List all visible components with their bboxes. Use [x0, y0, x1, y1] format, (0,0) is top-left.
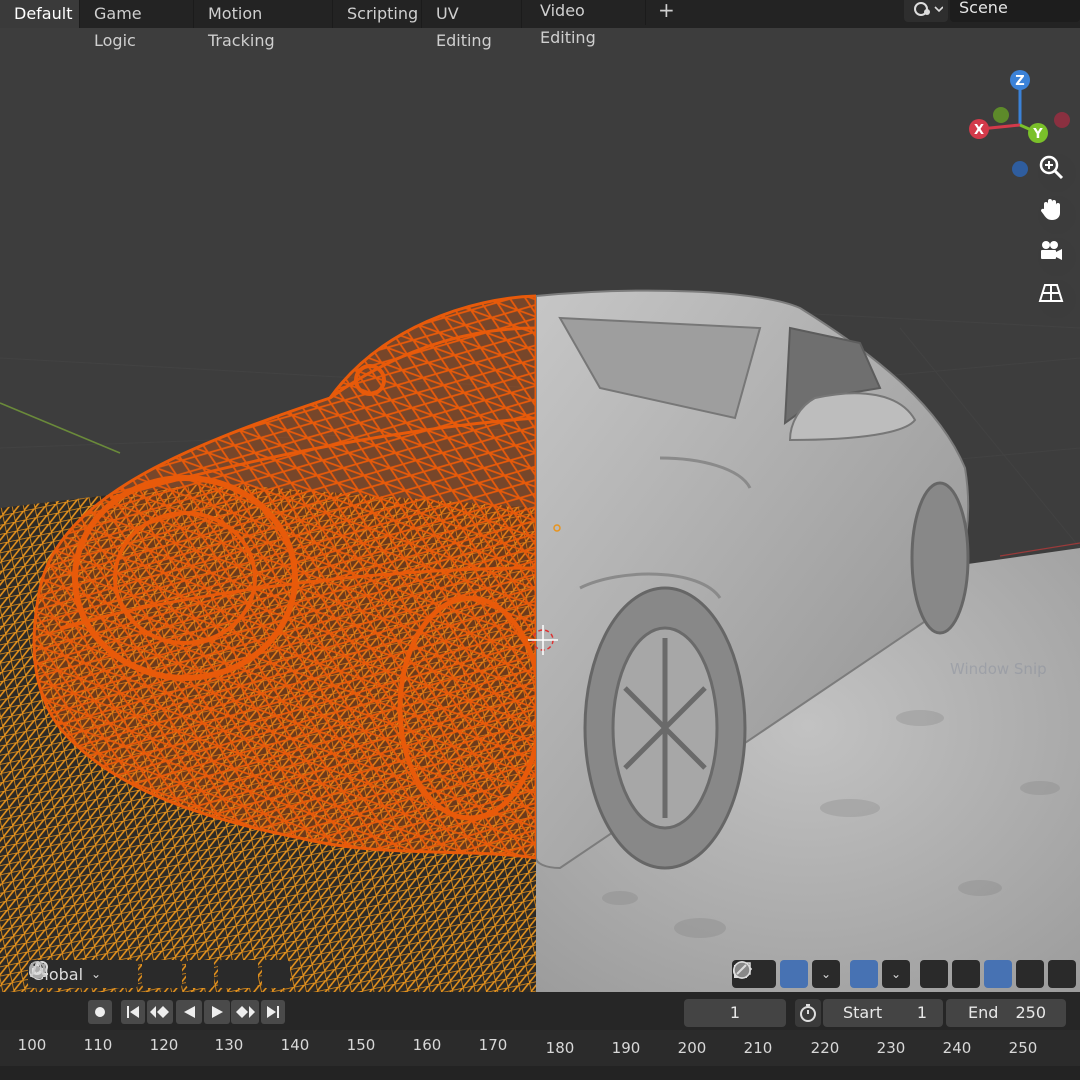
- shading-wireframe-button[interactable]: [733, 960, 980, 988]
- perspective-toggle-button[interactable]: [1038, 280, 1076, 318]
- prev-keyframe-button[interactable]: [147, 1000, 173, 1024]
- end-frame-field[interactable]: End 250: [946, 999, 1066, 1027]
- frame-tick: 120: [149, 1036, 179, 1054]
- snap-target-dropdown[interactable]: [30, 960, 258, 988]
- jump-start-button[interactable]: [121, 1000, 145, 1024]
- falloff-curve-icon: [29, 961, 47, 977]
- jump-end-button[interactable]: [261, 1000, 285, 1024]
- scene-icon: [914, 2, 943, 16]
- jump-end-icon: [267, 1006, 279, 1018]
- frame-tick: 200: [677, 1039, 707, 1057]
- camera-icon: [1041, 241, 1062, 260]
- start-label: Start: [843, 1003, 883, 1022]
- add-workspace-button[interactable]: +: [644, 0, 675, 25]
- next-keyframe-icon: [236, 1006, 255, 1018]
- current-frame-field[interactable]: 1: [684, 999, 786, 1027]
- falloff-dropdown[interactable]: [29, 960, 322, 988]
- xray-toggle-button[interactable]: [734, 960, 948, 988]
- frame-tick: 230: [876, 1039, 906, 1057]
- chevron-down-icon: ⌄: [91, 967, 102, 981]
- scene-name-field[interactable]: Scene: [950, 0, 1080, 22]
- play-reverse-icon: [184, 1006, 195, 1018]
- gizmo-z-label: Z: [1015, 74, 1024, 89]
- wireframe-view-half: [0, 294, 536, 992]
- play-icon: [212, 1006, 223, 1018]
- frame-tick: 110: [83, 1036, 113, 1054]
- scene-selector-button[interactable]: [904, 0, 948, 22]
- tab-default[interactable]: Default: [0, 0, 80, 28]
- gizmo-y-label: Y: [1032, 127, 1043, 142]
- tab-scripting[interactable]: Scripting: [333, 0, 422, 28]
- play-button[interactable]: [204, 1000, 230, 1024]
- frame-tick: 160: [412, 1036, 442, 1054]
- proportional-editing-button[interactable]: [29, 960, 290, 988]
- frame-tick: 150: [346, 1036, 376, 1054]
- right-viewport-header: ⌄ ⌄ ⌄: [732, 960, 1080, 988]
- zoom-icon: [1039, 155, 1064, 180]
- shading-material-button[interactable]: [734, 960, 1044, 988]
- frame-tick: 130: [214, 1036, 244, 1054]
- viewport-canvas: Z X Y: [0, 70, 1080, 992]
- perspective-grid-icon: [1038, 284, 1064, 302]
- frame-tick: 180: [545, 1039, 575, 1057]
- record-button[interactable]: [88, 1000, 112, 1024]
- rendered-sphere-icon: [733, 961, 751, 979]
- stopwatch-icon: [800, 1004, 816, 1022]
- prev-keyframe-icon: [150, 1006, 169, 1018]
- frame-tick: 220: [810, 1039, 840, 1057]
- jump-start-icon: [127, 1006, 139, 1018]
- shading-rendered-button[interactable]: [733, 960, 1076, 988]
- camera-view-button[interactable]: [1038, 238, 1076, 276]
- solid-rear-wheel: [910, 481, 970, 635]
- frame-tick: 210: [743, 1039, 773, 1057]
- tab-game-logic[interactable]: Game Logic: [80, 0, 194, 50]
- frame-tick: 140: [280, 1036, 310, 1054]
- scene-name: Scene: [959, 0, 1008, 17]
- overlays-dropdown[interactable]: ⌄: [882, 960, 910, 988]
- timeline-ruler[interactable]: 100 110 120 130 140 150 160 170 180 190 …: [0, 1030, 1080, 1080]
- watermark-text: Window Snip: [950, 660, 1047, 678]
- pivot-point-dropdown[interactable]: [29, 960, 182, 988]
- record-icon: [95, 1007, 105, 1017]
- play-reverse-button[interactable]: [176, 1000, 202, 1024]
- gizmo-toggle-button[interactable]: [734, 960, 808, 988]
- snap-toggle-button[interactable]: [30, 960, 214, 988]
- start-value: 1: [916, 1003, 927, 1022]
- tab-video-editing[interactable]: Video Editing: [526, 0, 646, 47]
- frame-tick: 170: [478, 1036, 508, 1054]
- frame-tick: 190: [611, 1039, 641, 1057]
- chevron-down-icon: ⌄: [890, 967, 902, 981]
- tab-uv-editing[interactable]: UV Editing: [422, 0, 522, 50]
- start-frame-field[interactable]: Start 1: [823, 999, 943, 1027]
- gizmo-x-label: X: [974, 123, 984, 138]
- chevron-down-icon: ⌄: [820, 967, 832, 981]
- tab-motion-tracking[interactable]: Motion Tracking: [194, 0, 333, 50]
- hand-pan-icon: [1040, 199, 1060, 220]
- zoom-button[interactable]: [1038, 154, 1076, 192]
- ruler-track: [0, 1066, 1080, 1080]
- preview-range-button[interactable]: [795, 999, 821, 1027]
- shading-solid-button[interactable]: [734, 960, 1012, 988]
- next-keyframe-button[interactable]: [231, 1000, 259, 1024]
- frame-tick: 100: [17, 1036, 47, 1054]
- overlays-toggle-button[interactable]: [733, 960, 878, 988]
- gizmo-dropdown[interactable]: ⌄: [812, 960, 840, 988]
- pan-button[interactable]: [1038, 196, 1076, 234]
- 3d-viewport[interactable]: Z X Y Window Snip Global ⌄ ⌄ ⌄: [0, 28, 1080, 992]
- workspace-tab-bar: Default Game Logic Motion Tracking Scrip…: [0, 0, 1080, 50]
- solid-view-half: [536, 289, 1080, 992]
- frame-tick: 240: [942, 1039, 972, 1057]
- end-value: 250: [1015, 1003, 1046, 1022]
- frame-tick: 250: [1008, 1039, 1038, 1057]
- left-viewport-header: Global ⌄: [28, 960, 322, 988]
- end-label: End: [968, 1003, 999, 1022]
